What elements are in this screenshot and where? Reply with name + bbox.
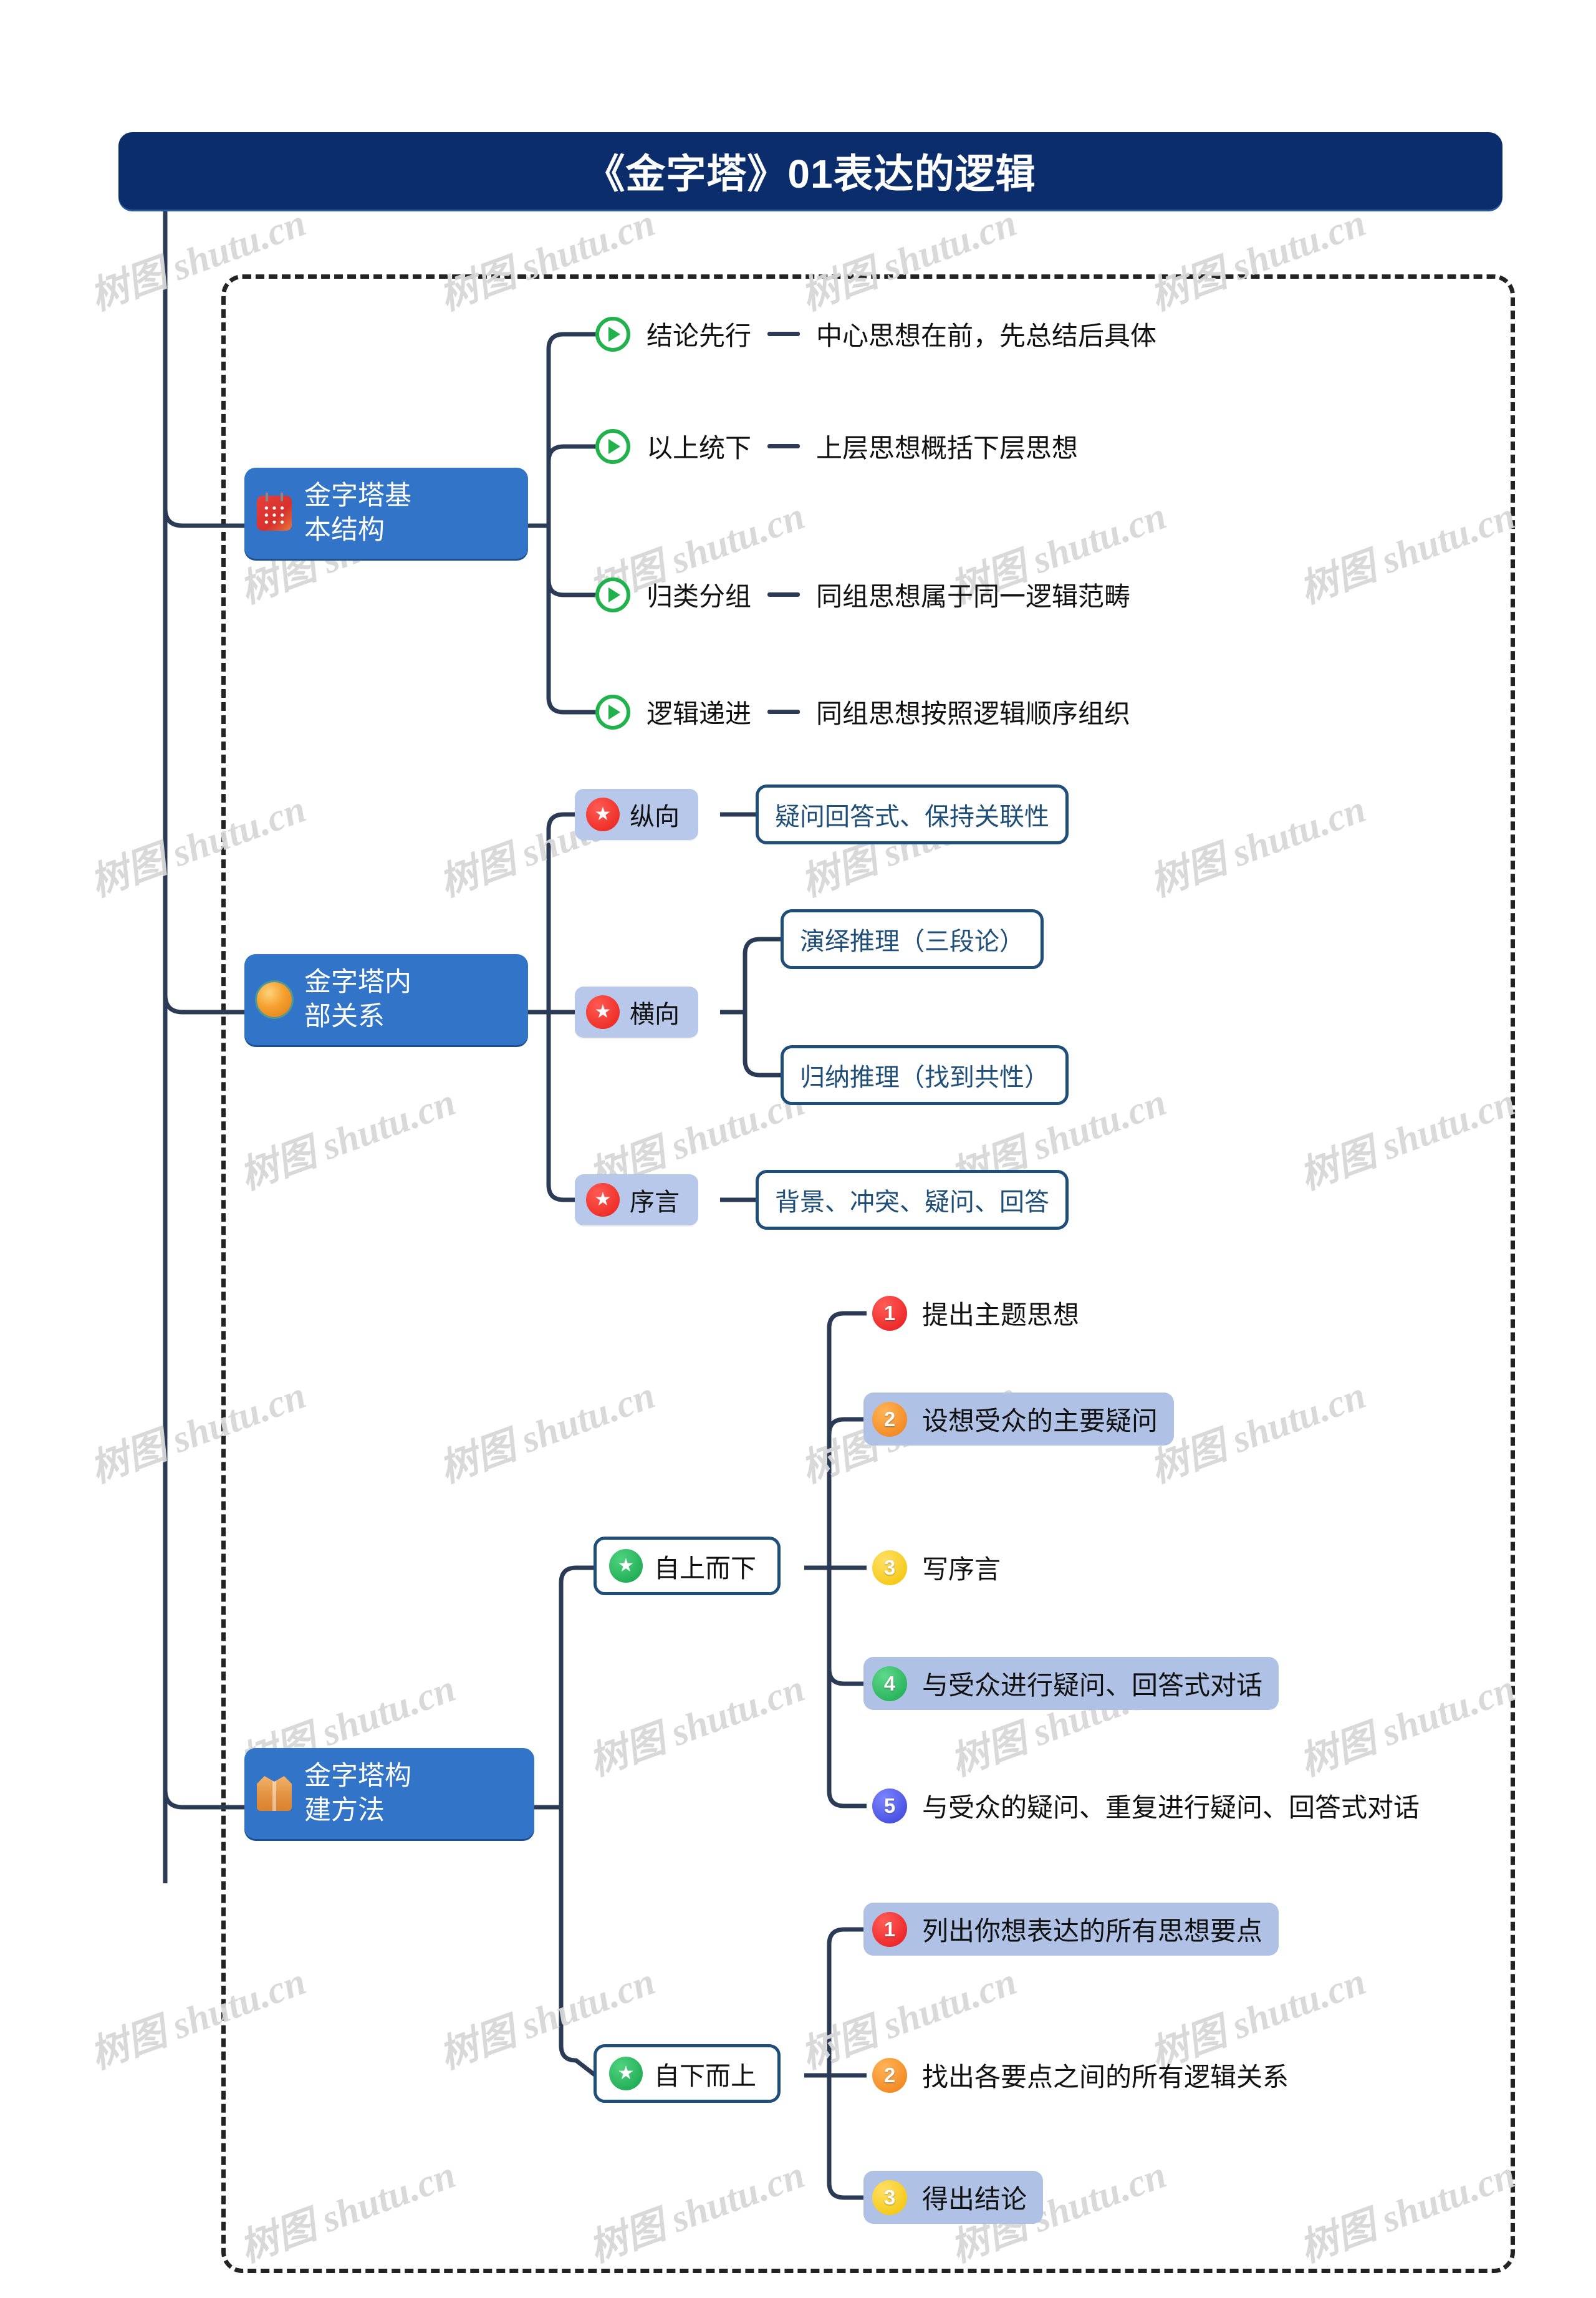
step-row-td-2[interactable]: 2 设想受众的主要疑问 bbox=[863, 1393, 1175, 1446]
branch-node-2-label: 金字塔内部关系 bbox=[304, 967, 411, 1032]
red-star-icon: ★ bbox=[586, 798, 620, 831]
branch-node-2[interactable]: 金字塔内部关系 bbox=[244, 954, 528, 1046]
sub-node-label: 纵向 bbox=[630, 803, 680, 831]
dash-separator bbox=[767, 592, 800, 597]
play-icon bbox=[595, 316, 630, 352]
play-icon bbox=[595, 428, 630, 464]
step-text: 与受众的疑问、重复进行疑问、回答式对话 bbox=[922, 1793, 1420, 1822]
package-icon bbox=[257, 1776, 292, 1812]
green-star-icon: ★ bbox=[609, 1549, 643, 1583]
step-text: 得出结论 bbox=[922, 2185, 1027, 2214]
leaf-row-1-4[interactable]: 逻辑递进 同组思想按照逻辑顺序组织 bbox=[595, 693, 1130, 731]
step-text: 写序言 bbox=[922, 1555, 1001, 1584]
gold-ball-icon bbox=[257, 982, 292, 1018]
step-text: 提出主题思想 bbox=[922, 1300, 1080, 1330]
leaf-hengxiang-2[interactable]: 归纳推理（找到共性） bbox=[781, 1045, 1069, 1105]
branch-node-1-label: 金字塔基本结构 bbox=[304, 481, 411, 546]
number-badge-5: 5 bbox=[872, 1788, 907, 1823]
leaf-xuyan-1[interactable]: 背景、冲突、疑问、回答 bbox=[756, 1170, 1069, 1230]
leaf-row-1-1[interactable]: 结论先行 中心思想在前，先总结后具体 bbox=[595, 315, 1156, 353]
branch-node-1[interactable]: 金字塔基本结构 bbox=[244, 468, 528, 559]
sub-node-bottom-up[interactable]: ★ 自下而上 bbox=[594, 2044, 781, 2103]
step-row-bu-1[interactable]: 1 列出你想表达的所有思想要点 bbox=[863, 1903, 1279, 1956]
red-star-icon: ★ bbox=[586, 995, 620, 1029]
step-row-td-5[interactable]: 5 与受众的疑问、重复进行疑问、回答式对话 bbox=[863, 1779, 1436, 1832]
red-star-icon: ★ bbox=[586, 1183, 620, 1217]
step-text: 与受众进行疑问、回答式对话 bbox=[922, 1671, 1263, 1700]
leaf-text: 演绎推理（三段论） bbox=[800, 928, 1024, 955]
dash-separator bbox=[767, 332, 800, 336]
leaf-term: 归类分组 bbox=[647, 582, 752, 611]
step-row-td-4[interactable]: 4 与受众进行疑问、回答式对话 bbox=[863, 1657, 1279, 1710]
number-badge-3: 3 bbox=[872, 2180, 907, 2215]
step-text: 设想受众的主要疑问 bbox=[922, 1406, 1158, 1436]
leaf-zongxiang-1[interactable]: 疑问回答式、保持关联性 bbox=[756, 785, 1069, 844]
leaf-term: 结论先行 bbox=[647, 321, 752, 350]
leaf-desc: 同组思想属于同一逻辑范畴 bbox=[816, 582, 1131, 611]
step-row-bu-3[interactable]: 3 得出结论 bbox=[863, 2171, 1044, 2224]
sub-node-label: 横向 bbox=[630, 1001, 680, 1028]
leaf-text: 疑问回答式、保持关联性 bbox=[775, 803, 1049, 831]
leaf-row-1-2[interactable]: 以上统下 上层思想概括下层思想 bbox=[595, 427, 1078, 465]
number-badge-2: 2 bbox=[872, 2057, 907, 2093]
step-row-td-3[interactable]: 3 写序言 bbox=[863, 1541, 1017, 1594]
sub-node-label: 序言 bbox=[630, 1189, 680, 1216]
leaf-term: 以上统下 bbox=[647, 433, 752, 463]
step-row-td-1[interactable]: 1 提出主题思想 bbox=[863, 1287, 1095, 1340]
leaf-row-1-3[interactable]: 归类分组 同组思想属于同一逻辑范畴 bbox=[595, 576, 1130, 614]
number-badge-1: 1 bbox=[872, 1295, 907, 1331]
leaf-desc: 中心思想在前，先总结后具体 bbox=[816, 321, 1157, 350]
play-icon bbox=[595, 694, 630, 730]
leaf-hengxiang-1[interactable]: 演绎推理（三段论） bbox=[781, 909, 1044, 969]
number-badge-4: 4 bbox=[872, 1666, 907, 1701]
step-row-bu-2[interactable]: 2 找出各要点之间的所有逻辑关系 bbox=[863, 2049, 1305, 2102]
branch-node-3[interactable]: 金字塔构建方法 bbox=[244, 1748, 534, 1840]
number-badge-3: 3 bbox=[872, 1550, 907, 1585]
branch-node-3-label: 金字塔构建方法 bbox=[304, 1761, 411, 1826]
sub-node-label: 自下而上 bbox=[654, 2062, 756, 2090]
mindmap-dashed-frame bbox=[221, 274, 1515, 2273]
sub-node-label: 自上而下 bbox=[654, 1554, 756, 1583]
number-badge-2: 2 bbox=[872, 1401, 907, 1437]
step-text: 找出各要点之间的所有逻辑关系 bbox=[922, 2062, 1289, 2092]
leaf-term: 逻辑递进 bbox=[647, 699, 752, 728]
dash-separator bbox=[767, 444, 800, 448]
number-badge-1: 1 bbox=[872, 1911, 907, 1947]
step-text: 列出你想表达的所有思想要点 bbox=[922, 1916, 1263, 1946]
sub-node-hengxiang[interactable]: ★ 横向 bbox=[575, 987, 698, 1038]
sub-node-top-down[interactable]: ★ 自上而下 bbox=[594, 1537, 781, 1595]
abacus-icon bbox=[257, 493, 292, 531]
leaf-text: 背景、冲突、疑问、回答 bbox=[775, 1189, 1049, 1216]
leaf-desc: 上层思想概括下层思想 bbox=[816, 433, 1079, 463]
green-star-icon: ★ bbox=[609, 2057, 643, 2090]
leaf-text: 归纳推理（找到共性） bbox=[800, 1064, 1049, 1091]
dash-separator bbox=[767, 710, 800, 714]
sub-node-xuyan[interactable]: ★ 序言 bbox=[575, 1174, 698, 1225]
sub-node-zongxiang[interactable]: ★ 纵向 bbox=[575, 789, 698, 840]
page-title: 《金字塔》01表达的逻辑 bbox=[585, 152, 1036, 196]
play-icon bbox=[595, 577, 630, 612]
leaf-desc: 同组思想按照逻辑顺序组织 bbox=[816, 699, 1131, 728]
mindmap-canvas: 树图 shutu.cn 树图 shutu.cn 树图 shutu.cn 树图 shut… bbox=[0, 0, 1596, 2298]
mindmap-title-bar[interactable]: 《金字塔》01表达的逻辑 bbox=[118, 132, 1502, 210]
